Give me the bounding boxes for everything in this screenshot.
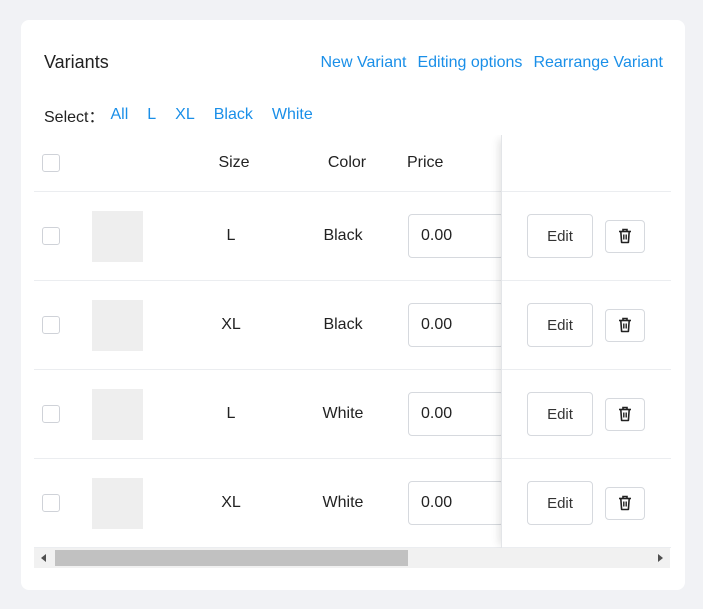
delete-cell (605, 192, 645, 280)
select-black-link[interactable]: Black (214, 106, 253, 124)
variants-card: Variants New Variant Editing options Rea… (21, 20, 685, 590)
delete-cell (605, 281, 645, 369)
actions-row: Edit (502, 192, 671, 281)
thumb-cell (92, 370, 143, 458)
select-l-link[interactable]: L (147, 106, 156, 124)
editing-options-link[interactable]: Editing options (417, 54, 522, 72)
new-variant-link[interactable]: New Variant (321, 54, 407, 72)
price-input[interactable]: 0.00 (408, 392, 504, 436)
thumb-cell (92, 281, 143, 369)
variant-thumbnail[interactable] (92, 477, 143, 529)
select-white-link[interactable]: White (272, 106, 313, 124)
header-color: Color (327, 154, 367, 171)
edit-button[interactable]: Edit (527, 214, 593, 258)
variant-thumbnail[interactable] (92, 210, 143, 262)
actions-header (502, 135, 671, 192)
edit-cell: Edit (527, 192, 593, 280)
header-price: Price (407, 154, 444, 171)
actions-row: Edit (502, 459, 671, 548)
row-checkbox-cell (42, 192, 60, 280)
row-color: Black (323, 316, 363, 333)
edit-button[interactable]: Edit (527, 392, 593, 436)
edit-button[interactable]: Edit (527, 303, 593, 347)
horizontal-scrollbar[interactable] (34, 548, 670, 568)
select-all-checkbox[interactable] (42, 154, 60, 172)
row-checkbox[interactable] (42, 405, 60, 423)
edit-cell: Edit (527, 370, 593, 458)
variant-thumbnail[interactable] (92, 388, 143, 440)
row-size: XL (221, 494, 241, 511)
trash-icon (619, 495, 631, 511)
delete-cell (605, 459, 645, 547)
row-color: White (322, 494, 364, 511)
select-all-checkbox-cell (42, 135, 60, 191)
select-xl-link[interactable]: XL (175, 106, 195, 124)
delete-cell (605, 370, 645, 458)
actions-row: Edit (502, 281, 671, 370)
delete-button[interactable] (605, 219, 645, 253)
row-size: L (226, 405, 236, 422)
trash-icon (619, 228, 631, 244)
select-all-link[interactable]: All (110, 106, 128, 124)
thumb-cell (92, 192, 143, 280)
row-size: XL (221, 316, 241, 333)
row-checkbox-cell (42, 370, 60, 458)
rearrange-variant-link[interactable]: Rearrange Variant (533, 54, 663, 72)
triangle-left-icon[interactable] (41, 554, 46, 562)
actions-row: Edit (502, 370, 671, 459)
delete-button[interactable] (605, 397, 645, 431)
header-size: Size (218, 154, 250, 171)
edit-cell: Edit (527, 459, 593, 547)
row-checkbox[interactable] (42, 494, 60, 512)
trash-icon (619, 317, 631, 333)
row-checkbox[interactable] (42, 227, 60, 245)
price-input[interactable]: 0.00 (408, 214, 504, 258)
delete-button[interactable] (605, 486, 645, 520)
row-color: White (322, 405, 364, 422)
trash-icon (619, 406, 631, 422)
price-cell: 0.00 (408, 192, 504, 280)
edit-button[interactable]: Edit (527, 481, 593, 525)
card-title: Variants (44, 52, 109, 72)
edit-cell: Edit (527, 281, 593, 369)
price-cell: 0.00 (408, 459, 504, 547)
select-filter-row: Select： All L XL Black White (44, 103, 332, 127)
variants-table: Size Color Price L Black 0.00 XL Black 0… (34, 135, 671, 549)
row-checkbox-cell (42, 281, 60, 369)
delete-button[interactable] (605, 308, 645, 342)
select-label: Select： (44, 109, 105, 126)
thumb-cell (92, 459, 143, 547)
row-checkbox-cell (42, 459, 60, 547)
row-checkbox[interactable] (42, 316, 60, 334)
price-input[interactable]: 0.00 (408, 481, 504, 525)
triangle-right-icon[interactable] (658, 554, 663, 562)
variant-thumbnail[interactable] (92, 299, 143, 351)
row-size: L (226, 227, 236, 244)
price-cell: 0.00 (408, 370, 504, 458)
scrollbar-thumb[interactable] (55, 550, 408, 566)
price-cell: 0.00 (408, 281, 504, 369)
header-actions: New Variant Editing options Rearrange Va… (321, 54, 664, 72)
row-color: Black (323, 227, 363, 244)
actions-column: Edit Edit Edit Edit (501, 135, 671, 549)
price-input[interactable]: 0.00 (408, 303, 504, 347)
